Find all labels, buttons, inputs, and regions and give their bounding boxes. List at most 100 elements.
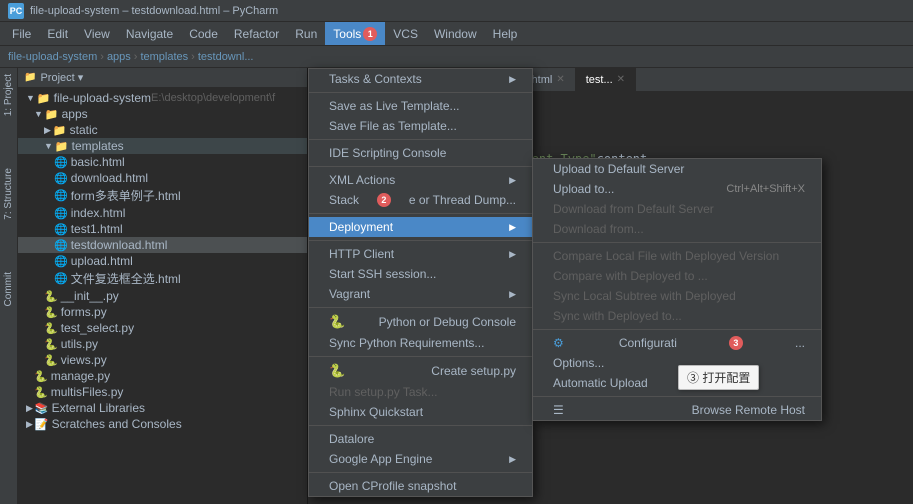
compare-deployed-item[interactable]: Compare with Deployed to ... bbox=[533, 266, 821, 286]
compare-local-item[interactable]: Compare Local File with Deployed Version bbox=[533, 246, 821, 266]
sync-deployed-item[interactable]: Sync with Deployed to... bbox=[533, 306, 821, 326]
upload-to-item[interactable]: Upload to... Ctrl+Alt+Shift+X bbox=[533, 179, 821, 199]
menu-separator bbox=[309, 240, 532, 241]
html-icon: 🌐 bbox=[54, 223, 68, 236]
python-debug-item[interactable]: 🐍 Python or Debug Console bbox=[309, 311, 532, 333]
tree-apps[interactable]: ▼ 📁 apps bbox=[18, 106, 307, 122]
tree-external-libs[interactable]: ▶ 📚 External Libraries bbox=[18, 400, 307, 416]
menu-separator bbox=[309, 92, 532, 93]
upload-html-label: upload.html bbox=[71, 254, 133, 268]
tab-project[interactable]: 1: Project bbox=[1, 68, 16, 122]
submenu-arrow-icon: ▶ bbox=[509, 454, 516, 465]
ssh-session-item[interactable]: Start SSH session... bbox=[309, 264, 532, 284]
tree-test-select-py[interactable]: 🐍 test_select.py bbox=[18, 320, 307, 336]
tree-multisfiles-py[interactable]: 🐍 multisFiles.py bbox=[18, 384, 307, 400]
menu-separator bbox=[309, 307, 532, 308]
tree-root[interactable]: ▼ 📁 file-upload-system E:\desktop\develo… bbox=[18, 90, 307, 106]
sync-local-item[interactable]: Sync Local Subtree with Deployed bbox=[533, 286, 821, 306]
breadcrumb-part3[interactable]: templates bbox=[140, 51, 188, 63]
menu-run[interactable]: Run bbox=[287, 22, 325, 45]
tree-scratches[interactable]: ▶ 📝 Scratches and Consoles bbox=[18, 416, 307, 432]
xml-actions-item[interactable]: XML Actions ▶ bbox=[309, 170, 532, 190]
vagrant-item[interactable]: Vagrant ▶ bbox=[309, 284, 532, 304]
menu-window[interactable]: Window bbox=[426, 22, 485, 45]
save-file-template-label: Save File as Template... bbox=[329, 119, 457, 133]
breadcrumb-part4[interactable]: testdownl... bbox=[198, 51, 254, 63]
ext-libs-label: External Libraries bbox=[52, 401, 145, 415]
app-icon: PC bbox=[8, 3, 24, 19]
menu-view[interactable]: View bbox=[76, 22, 118, 45]
download-from-item[interactable]: Download from... bbox=[533, 219, 821, 239]
root-folder-icon: 📁 bbox=[37, 92, 51, 105]
menu-refactor[interactable]: Refactor bbox=[226, 22, 287, 45]
ide-scripting-item[interactable]: IDE Scripting Console bbox=[309, 143, 532, 163]
menu-separator bbox=[533, 242, 821, 243]
html-icon: 🌐 bbox=[54, 156, 68, 169]
download-default-item[interactable]: Download from Default Server bbox=[533, 199, 821, 219]
tree-utils-py[interactable]: 🐍 utils.py bbox=[18, 336, 307, 352]
browse-remote-label: Browse Remote Host bbox=[692, 403, 805, 417]
upload-default-item[interactable]: Upload to Default Server bbox=[533, 159, 821, 179]
tree-form-html[interactable]: 🌐 form多表单例子.html bbox=[18, 186, 307, 205]
tab-testdownload-html-close[interactable]: ✕ bbox=[617, 74, 625, 85]
menu-navigate[interactable]: Navigate bbox=[118, 22, 181, 45]
templates-folder-icon: 📁 bbox=[55, 140, 69, 153]
project-panel-header: 📁 Project ▾ bbox=[18, 68, 307, 88]
tree-upload-html[interactable]: 🌐 upload.html bbox=[18, 253, 307, 269]
tab-testdownload-html[interactable]: test... ✕ bbox=[576, 68, 636, 91]
sphinx-item[interactable]: Sphinx Quickstart bbox=[309, 402, 532, 422]
tree-views-py[interactable]: 🐍 views.py bbox=[18, 352, 307, 368]
tree-basic-html[interactable]: 🌐 basic.html bbox=[18, 154, 307, 170]
download-from-label: Download from... bbox=[553, 222, 644, 236]
google-app-item[interactable]: Google App Engine ▶ bbox=[309, 449, 532, 469]
save-live-template-item[interactable]: Save as Live Template... bbox=[309, 96, 532, 116]
tree-manage-py[interactable]: 🐍 manage.py bbox=[18, 368, 307, 384]
menu-tools[interactable]: Tools 1 bbox=[325, 22, 385, 45]
tree-test1-html[interactable]: 🌐 test1.html bbox=[18, 221, 307, 237]
automatic-upload-item[interactable]: Automatic Upload bbox=[533, 373, 821, 393]
breadcrumb-part1[interactable]: file-upload-system bbox=[8, 51, 97, 63]
menu-vcs[interactable]: VCS bbox=[385, 22, 426, 45]
download-html-label: download.html bbox=[71, 171, 148, 185]
stack-trace-item[interactable]: Stack 2 e or Thread Dump... bbox=[309, 190, 532, 210]
expand-icon: ▶ bbox=[26, 419, 33, 430]
tree-testdownload-html[interactable]: 🌐 testdownload.html bbox=[18, 237, 307, 253]
py-icon: 🐍 bbox=[34, 386, 48, 399]
tree-index-html[interactable]: 🌐 index.html bbox=[18, 205, 307, 221]
tree-templates[interactable]: ▼ 📁 templates bbox=[18, 138, 307, 154]
upload-to-shortcut: Ctrl+Alt+Shift+X bbox=[726, 183, 805, 195]
menu-separator bbox=[309, 356, 532, 357]
create-setup-item[interactable]: 🐍 Create setup.py bbox=[309, 360, 532, 382]
datalore-item[interactable]: Datalore bbox=[309, 429, 532, 449]
menu-help[interactable]: Help bbox=[485, 22, 526, 45]
tree-download-html[interactable]: 🌐 download.html bbox=[18, 170, 307, 186]
tree-checkbox-html[interactable]: 🌐 文件复选框全选.html bbox=[18, 269, 307, 288]
configuration-item[interactable]: ⚙ Configurati 3 ... bbox=[533, 333, 821, 353]
http-client-item[interactable]: HTTP Client ▶ bbox=[309, 244, 532, 264]
menu-edit[interactable]: Edit bbox=[39, 22, 76, 45]
options-item[interactable]: Options... bbox=[533, 353, 821, 373]
tasks-contexts-item[interactable]: Tasks & Contexts ▶ bbox=[309, 69, 532, 89]
save-file-template-item[interactable]: Save File as Template... bbox=[309, 116, 532, 136]
breadcrumb-part2[interactable]: apps bbox=[107, 51, 131, 63]
tab-testdownload-html-label: test... bbox=[586, 74, 613, 86]
tools-dropdown: Tasks & Contexts ▶ Save as Live Template… bbox=[308, 68, 533, 497]
run-setup-item[interactable]: Run setup.py Task... bbox=[309, 382, 532, 402]
submenu-arrow-icon: ▶ bbox=[509, 289, 516, 300]
sync-requirements-item[interactable]: Sync Python Requirements... bbox=[309, 333, 532, 353]
deployment-label: Deployment bbox=[329, 220, 393, 234]
tab-commit[interactable]: Commit bbox=[1, 266, 16, 312]
tree-init-py[interactable]: 🐍 __init__.py bbox=[18, 288, 307, 304]
cprofile-item[interactable]: Open CProfile snapshot bbox=[309, 476, 532, 496]
browse-remote-item[interactable]: ☰ Browse Remote Host bbox=[533, 400, 821, 420]
tab-structure[interactable]: 7: Structure bbox=[1, 162, 16, 226]
tree-static[interactable]: ▶ 📁 static bbox=[18, 122, 307, 138]
submenu-arrow-icon: ▶ bbox=[509, 74, 516, 85]
tab-download-html-close[interactable]: ✕ bbox=[556, 74, 564, 85]
sync-deployed-label: Sync with Deployed to... bbox=[553, 309, 682, 323]
testdownload-html-label: testdownload.html bbox=[71, 238, 168, 252]
menu-file[interactable]: File bbox=[4, 22, 39, 45]
deployment-item[interactable]: Deployment ▶ bbox=[309, 217, 532, 237]
tree-forms-py[interactable]: 🐍 forms.py bbox=[18, 304, 307, 320]
menu-code[interactable]: Code bbox=[181, 22, 226, 45]
